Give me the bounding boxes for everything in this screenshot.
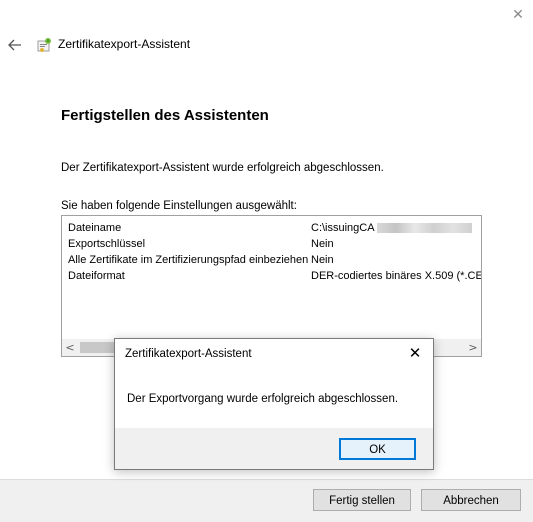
settings-row: Dateiformat DER-codiertes binäres X.509 … xyxy=(62,269,481,285)
setting-value: DER-codiertes binäres X.509 (*.CE xyxy=(311,270,482,282)
export-success-dialog: Zertifikatexport-Assistent ✕ Der Exportv… xyxy=(114,338,434,470)
cancel-button[interactable]: Abbrechen xyxy=(421,489,521,511)
finish-button[interactable]: Fertig stellen xyxy=(313,489,411,511)
setting-value: Nein xyxy=(311,238,334,250)
wizard-title: Zertifikatexport-Assistent xyxy=(58,37,191,51)
page-heading: Fertigstellen des Assistenten xyxy=(61,107,269,124)
dialog-footer: OK xyxy=(115,428,433,469)
setting-value: Nein xyxy=(311,254,334,266)
setting-key: Exportschlüssel xyxy=(68,238,146,250)
settings-label: Sie haben folgende Einstellungen ausgewä… xyxy=(61,200,297,212)
dialog-close-icon[interactable]: ✕ xyxy=(405,343,425,363)
setting-key: Dateiformat xyxy=(68,270,125,282)
settings-list[interactable]: Dateiname C:\issuingCA Exportschlüssel N… xyxy=(61,215,482,357)
settings-row: Dateiname C:\issuingCA xyxy=(62,221,481,237)
completion-description: Der Zertifikatexport-Assistent wurde erf… xyxy=(61,162,384,174)
settings-row: Alle Zertifikate im Zertifizierungspfad … xyxy=(62,253,481,269)
back-arrow-icon[interactable] xyxy=(6,36,24,54)
settings-row: Exportschlüssel Nein xyxy=(62,237,481,253)
certificate-wizard-icon xyxy=(36,36,54,54)
setting-key: Alle Zertifikate im Zertifizierungspfad … xyxy=(68,254,309,266)
setting-value: C:\issuingCA xyxy=(311,222,472,234)
setting-key: Dateiname xyxy=(68,222,122,234)
dialog-title: Zertifikatexport-Assistent xyxy=(125,348,252,360)
scroll-right-icon[interactable]: > xyxy=(465,339,481,356)
dialog-message: Der Exportvorgang wurde erfolgreich abge… xyxy=(127,393,399,405)
ok-button[interactable]: OK xyxy=(339,438,416,460)
scroll-left-icon[interactable]: < xyxy=(62,339,78,356)
redacted-filename xyxy=(376,223,472,234)
wizard-close-icon[interactable]: ✕ xyxy=(508,6,528,24)
